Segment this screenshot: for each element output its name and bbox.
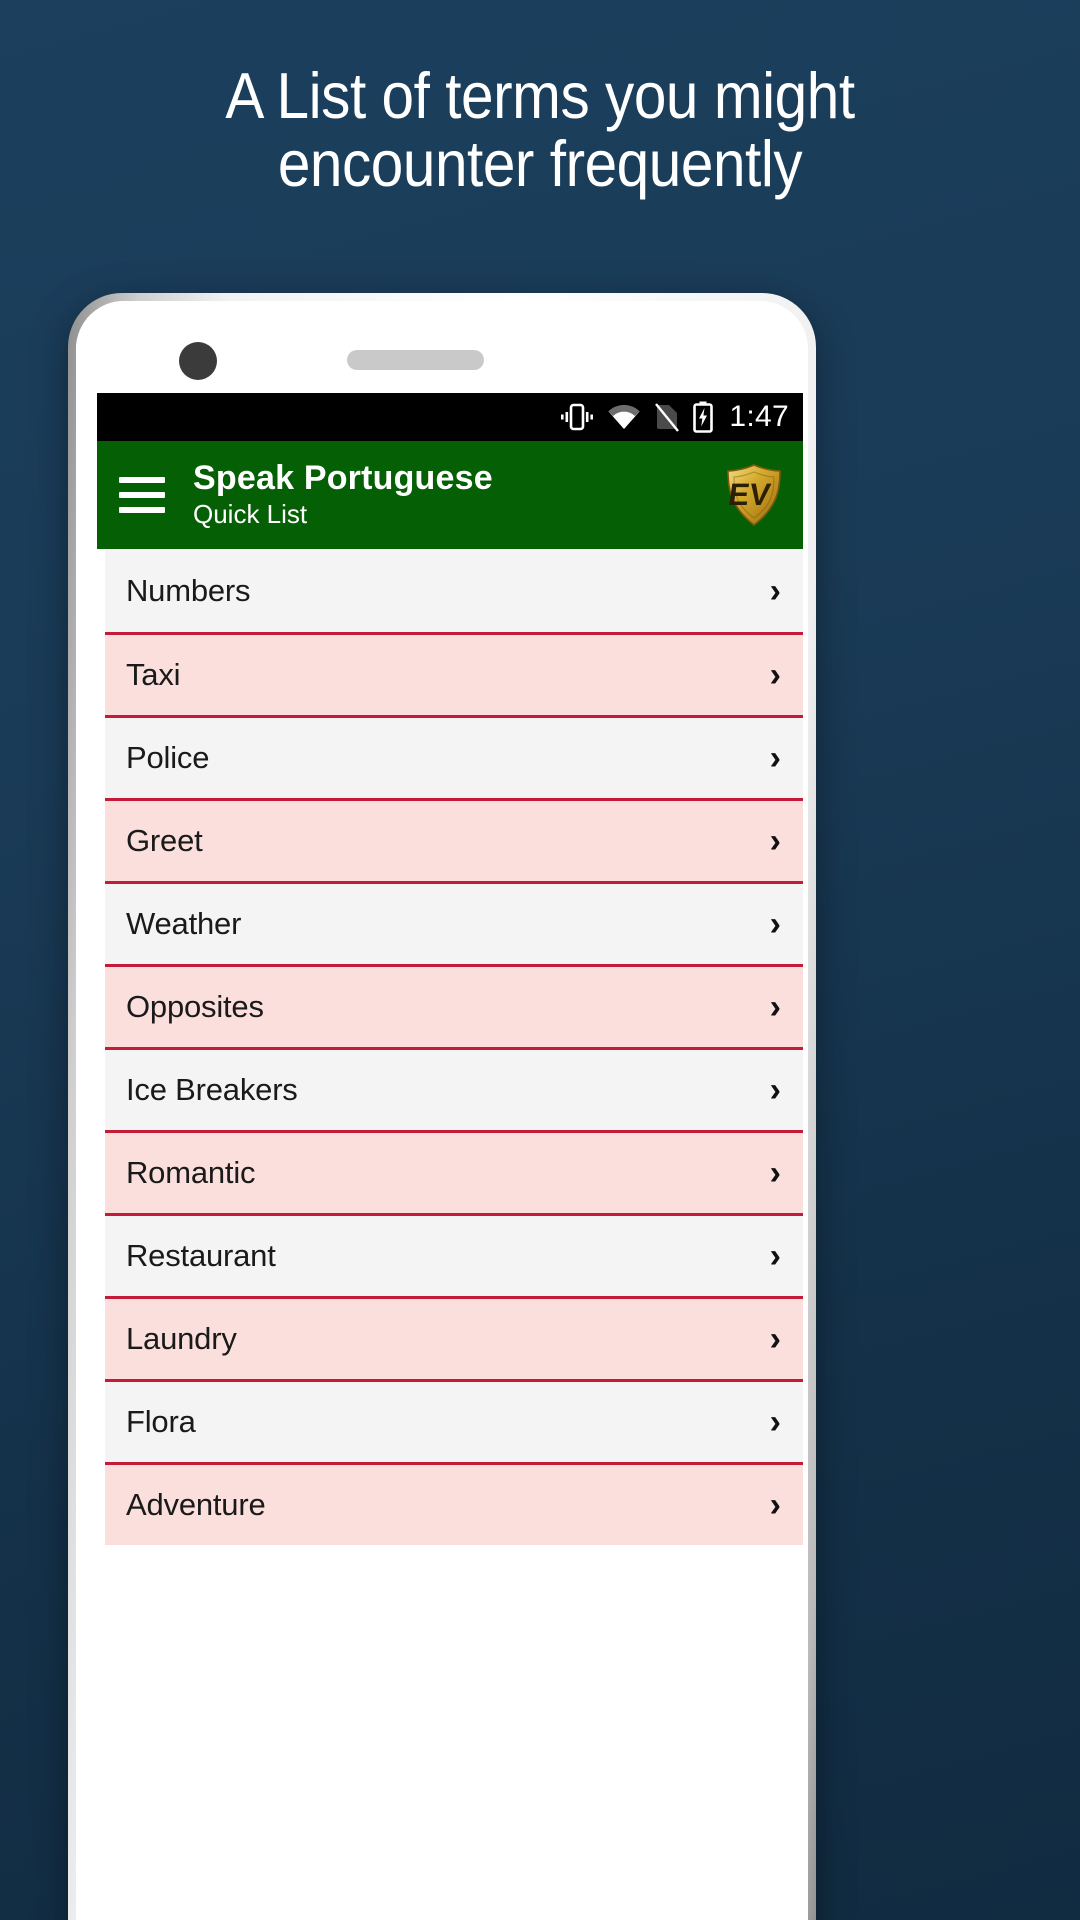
- vibrate-icon: [560, 402, 594, 432]
- list-item-label: Ice Breakers: [126, 1072, 298, 1107]
- promo-headline: A List of terms you might encounter freq…: [225, 59, 855, 200]
- list-item-label: Adventure: [126, 1487, 266, 1522]
- chevron-right-icon: ›: [769, 739, 781, 777]
- list-item-label: Restaurant: [126, 1238, 276, 1273]
- phone-top-bezel: [76, 301, 808, 393]
- hamburger-menu-icon[interactable]: [119, 477, 165, 513]
- chevron-right-icon: ›: [769, 1237, 781, 1275]
- list-item[interactable]: Ice Breakers ›: [105, 1047, 803, 1130]
- list-item[interactable]: Numbers ›: [105, 549, 803, 632]
- app-bar: Speak Portuguese Quick List EV: [97, 441, 803, 549]
- app-title: Speak Portuguese: [193, 459, 493, 498]
- no-sim-icon: [654, 402, 680, 432]
- ev-shield-logo-icon[interactable]: EV: [723, 462, 785, 528]
- chevron-right-icon: ›: [769, 822, 781, 860]
- ev-logo-text: EV: [726, 477, 772, 512]
- list-item-label: Opposites: [126, 989, 264, 1024]
- list-item[interactable]: Taxi ›: [105, 632, 803, 715]
- chevron-right-icon: ›: [769, 571, 781, 610]
- status-bar: 1:47: [97, 393, 803, 441]
- list-item[interactable]: Romantic ›: [105, 1130, 803, 1213]
- app-subtitle: Quick List: [193, 499, 308, 530]
- chevron-right-icon: ›: [769, 656, 781, 694]
- list-item-label: Taxi: [126, 657, 181, 692]
- phone-body: 1:47 Speak Portuguese Quick List EV Numb…: [76, 301, 808, 1920]
- list-item[interactable]: Weather ›: [105, 881, 803, 964]
- chevron-right-icon: ›: [769, 905, 781, 943]
- list-item-label: Police: [126, 740, 210, 775]
- battery-charging-icon: [693, 401, 714, 433]
- chevron-right-icon: ›: [769, 1071, 781, 1109]
- app-bar-titles: Speak Portuguese Quick List: [193, 459, 723, 530]
- list-item-label: Weather: [126, 906, 242, 941]
- phone-screen: 1:47 Speak Portuguese Quick List EV Numb…: [97, 393, 803, 1920]
- list-item[interactable]: Greet ›: [105, 798, 803, 881]
- chevron-right-icon: ›: [769, 1486, 781, 1524]
- wifi-icon: [607, 403, 641, 431]
- phone-frame: 1:47 Speak Portuguese Quick List EV Numb…: [68, 293, 816, 1920]
- chevron-right-icon: ›: [769, 1320, 781, 1358]
- list-item[interactable]: Opposites ›: [105, 964, 803, 1047]
- list-item-label: Flora: [126, 1404, 196, 1439]
- list-item[interactable]: Restaurant ›: [105, 1213, 803, 1296]
- quick-list: Numbers › Taxi › Police › Greet › Weather › O…: [97, 549, 803, 1920]
- earpiece-speaker-icon: [347, 350, 484, 370]
- camera-icon: [179, 342, 217, 380]
- list-item-label: Laundry: [126, 1321, 237, 1356]
- promo-background: A List of terms you might encounter freq…: [0, 0, 1080, 1920]
- list-item[interactable]: Police ›: [105, 715, 803, 798]
- list-item-label: Greet: [126, 823, 203, 858]
- chevron-right-icon: ›: [769, 1154, 781, 1192]
- list-item[interactable]: Laundry ›: [105, 1296, 803, 1379]
- list-item-label: Numbers: [126, 572, 251, 608]
- status-clock: 1:47: [729, 400, 789, 433]
- list-item[interactable]: Adventure ›: [105, 1462, 803, 1545]
- chevron-right-icon: ›: [769, 988, 781, 1026]
- chevron-right-icon: ›: [769, 1403, 781, 1441]
- list-item[interactable]: Flora ›: [105, 1379, 803, 1462]
- list-item-label: Romantic: [126, 1155, 256, 1190]
